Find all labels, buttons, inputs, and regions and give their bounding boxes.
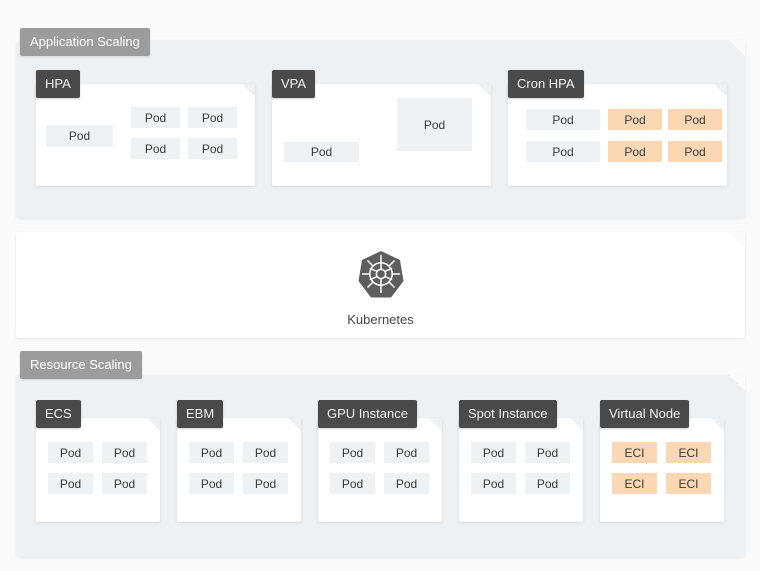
card-tag-spot-instance: Spot Instance xyxy=(459,400,557,428)
pod-box: Pod xyxy=(188,107,237,128)
pod-box: Pod xyxy=(188,138,237,159)
card-tag-gpu-instance: GPU Instance xyxy=(318,400,417,428)
card-vpa[interactable]: Pod Pod xyxy=(272,84,491,186)
pod-box: Pod xyxy=(131,107,180,128)
pod-box-new: Pod xyxy=(608,109,662,130)
card-bevel-corner xyxy=(478,84,491,97)
card-tag-vpa: VPA xyxy=(272,70,315,98)
pod-box: Pod xyxy=(131,138,180,159)
card-bevel-corner xyxy=(714,84,727,97)
pod-box: Pod xyxy=(48,473,93,494)
card-gpu-instance[interactable]: Pod Pod Pod Pod xyxy=(318,418,442,522)
pod-box: Pod xyxy=(526,141,600,162)
pod-box: Pod xyxy=(384,442,429,463)
pod-box: Pod xyxy=(102,473,147,494)
card-tag-hpa: HPA xyxy=(36,70,80,98)
pod-box-new: Pod xyxy=(608,141,662,162)
eci-box: ECI xyxy=(666,442,711,463)
pod-box: Pod xyxy=(330,473,375,494)
diagram-canvas: Application Scaling Pod Pod Pod Pod Pod … xyxy=(0,0,760,571)
card-bevel-corner xyxy=(570,418,583,431)
eci-box: ECI xyxy=(612,473,657,494)
pod-box: Pod xyxy=(525,442,570,463)
card-ecs[interactable]: Pod Pod Pod Pod xyxy=(36,418,160,522)
section-bevel-corner xyxy=(729,375,745,391)
card-hpa[interactable]: Pod Pod Pod Pod Pod xyxy=(36,84,255,186)
pod-box-new: Pod xyxy=(668,109,722,130)
pod-box: Pod xyxy=(48,442,93,463)
card-bevel-corner xyxy=(242,84,255,97)
pod-box: Pod xyxy=(471,442,516,463)
pod-box: Pod xyxy=(189,442,234,463)
pod-box: Pod xyxy=(384,473,429,494)
pod-box: Pod xyxy=(330,442,375,463)
card-bevel-corner xyxy=(711,418,724,431)
card-ebm[interactable]: Pod Pod Pod Pod xyxy=(177,418,301,522)
pod-box: Pod xyxy=(243,473,288,494)
pod-box: Pod xyxy=(471,473,516,494)
eci-box: ECI xyxy=(666,473,711,494)
card-bevel-corner xyxy=(429,418,442,431)
kubernetes-icon xyxy=(358,250,404,305)
card-virtual-node[interactable]: ECI ECI ECI ECI xyxy=(600,418,724,522)
band-bevel-corner xyxy=(729,232,745,248)
kubernetes-platform-band: Kubernetes xyxy=(16,232,745,338)
card-tag-cron-hpa: Cron HPA xyxy=(508,70,584,98)
pod-box: Pod xyxy=(189,473,234,494)
eci-box: ECI xyxy=(612,442,657,463)
card-bevel-corner xyxy=(147,418,160,431)
card-tag-virtual-node: Virtual Node xyxy=(600,400,689,428)
card-tag-ebm: EBM xyxy=(177,400,223,428)
kubernetes-label: Kubernetes xyxy=(347,312,414,327)
pod-box: Pod xyxy=(525,473,570,494)
pod-box: Pod xyxy=(102,442,147,463)
card-tag-ecs: ECS xyxy=(36,400,81,428)
section-tag-resource-scaling: Resource Scaling xyxy=(20,351,142,379)
pod-box-scaled: Pod xyxy=(397,98,472,151)
pod-box: Pod xyxy=(526,109,600,130)
section-tag-application-scaling: Application Scaling xyxy=(20,28,150,56)
card-bevel-corner xyxy=(288,418,301,431)
section-bevel-corner xyxy=(729,40,745,56)
card-cron-hpa[interactable]: Pod Pod Pod Pod Pod Pod xyxy=(508,84,727,186)
pod-box-new: Pod xyxy=(668,141,722,162)
pod-box: Pod xyxy=(284,142,359,162)
pod-box: Pod xyxy=(46,125,113,147)
pod-box: Pod xyxy=(243,442,288,463)
card-spot-instance[interactable]: Pod Pod Pod Pod xyxy=(459,418,583,522)
